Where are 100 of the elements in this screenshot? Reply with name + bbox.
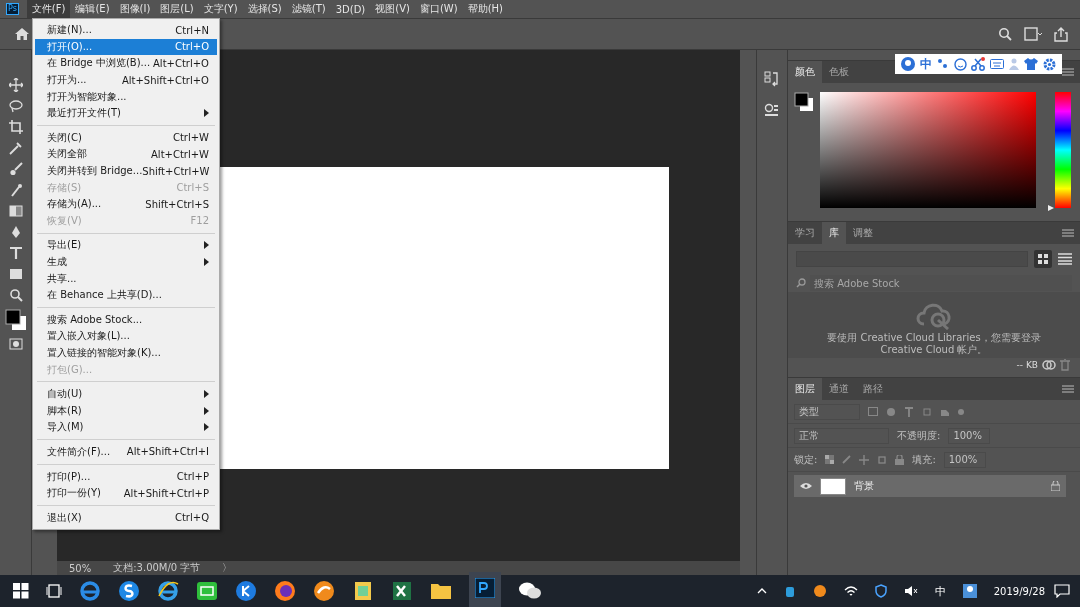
menu-item[interactable]: 编辑(E): [70, 0, 115, 18]
zoom-level[interactable]: 50%: [69, 562, 92, 574]
menu-item[interactable]: 脚本(R): [35, 402, 217, 420]
color-field[interactable]: [820, 92, 1036, 208]
menu-item[interactable]: 导入(M): [35, 419, 217, 436]
menu-item[interactable]: 打开为智能对象...: [35, 88, 217, 105]
menu-item[interactable]: 在 Bridge 中浏览(B)... Alt+Ctrl+O: [35, 55, 217, 72]
menu-item[interactable]: 搜索 Adobe Stock...: [35, 311, 217, 329]
panel-tab[interactable]: 色板: [822, 61, 856, 83]
menu-item[interactable]: 打开(O)... Ctrl+O: [35, 38, 217, 56]
swirl-app-icon[interactable]: [313, 580, 335, 602]
menu-item[interactable]: 共享...: [35, 270, 217, 287]
menu-item[interactable]: 窗口(W): [414, 0, 463, 18]
gradient-tool-icon[interactable]: [8, 204, 23, 218]
panel-tab[interactable]: 库: [822, 222, 846, 244]
keyboard-icon[interactable]: [990, 59, 1005, 69]
share-icon[interactable]: [1054, 26, 1068, 42]
menu-item[interactable]: 帮助(H): [462, 0, 508, 18]
menu-item[interactable]: 图像(I): [114, 0, 156, 18]
cloud-icon[interactable]: [1042, 359, 1056, 371]
shield-icon[interactable]: [874, 584, 887, 598]
menu-item[interactable]: 选择(S): [242, 0, 287, 18]
lock-pixels-icon[interactable]: [825, 455, 835, 464]
move-tool-icon[interactable]: [8, 78, 23, 92]
zoom-tool-icon[interactable]: [8, 288, 23, 302]
menu-item[interactable]: 打印一份(Y) Alt+Shift+Ctrl+P: [35, 484, 217, 502]
grid-view-icon[interactable]: [1034, 250, 1052, 268]
notepad-icon[interactable]: [352, 580, 374, 602]
menu-item[interactable]: 打印(P)... Ctrl+P: [35, 468, 217, 485]
crop-tool-icon[interactable]: [8, 120, 23, 134]
menu-item[interactable]: 存储为(A)... Shift+Ctrl+S: [35, 195, 217, 213]
menu-item[interactable]: 图层(L): [155, 0, 199, 18]
brush-tool-icon[interactable]: [8, 162, 23, 176]
menu-item[interactable]: 最近打开文件(T): [35, 104, 217, 122]
panel-menu-icon[interactable]: [1062, 229, 1074, 237]
menu-item[interactable]: 生成: [35, 253, 217, 271]
menu-item[interactable]: 在 Behance 上共享(D)...: [35, 286, 217, 304]
menu-item[interactable]: 退出(X) Ctrl+Q: [35, 509, 217, 527]
panel-tab[interactable]: 学习: [788, 222, 822, 244]
workspace-icon[interactable]: [1024, 27, 1042, 41]
lock-icon[interactable]: [1051, 481, 1060, 491]
search-icon[interactable]: [998, 27, 1012, 41]
folder-icon[interactable]: [430, 582, 452, 600]
menu-item[interactable]: 打开为... Alt+Shift+Ctrl+O: [35, 71, 217, 89]
menu-item[interactable]: 自动(U): [35, 385, 217, 403]
menu-item[interactable]: 关闭并转到 Bridge...Shift+Ctrl+W: [35, 162, 217, 180]
text-tool-icon[interactable]: [8, 246, 23, 260]
chat-bubbles-icon[interactable]: [518, 581, 542, 601]
stamp-tool-icon[interactable]: [8, 183, 23, 197]
color-swatches-icon[interactable]: [4, 309, 27, 331]
notification-icon[interactable]: [1054, 584, 1070, 598]
punctuation-icon[interactable]: [936, 58, 949, 70]
menu-item[interactable]: 视图(V): [370, 0, 415, 18]
panel-menu-icon[interactable]: [1062, 68, 1074, 76]
menu-item[interactable]: 滤镜(T): [286, 0, 331, 18]
clock-date[interactable]: 2019/9/28: [993, 585, 1045, 597]
filter-toggle-icon[interactable]: [958, 408, 964, 415]
menu-item[interactable]: 置入链接的智能对象(K)...: [35, 344, 217, 362]
layer-row[interactable]: 背景: [794, 475, 1066, 497]
scissors-icon[interactable]: [971, 57, 986, 71]
status-arrow[interactable]: 〉: [222, 561, 233, 575]
photoshop-taskbar-button[interactable]: [469, 572, 501, 607]
slider-thumb[interactable]: [1048, 205, 1054, 211]
user-icon[interactable]: [962, 584, 977, 598]
home-icon[interactable]: [14, 27, 30, 41]
menu-item[interactable]: 新建(N)... Ctrl+N: [35, 22, 217, 39]
history-icon[interactable]: [764, 70, 780, 88]
app-circle-icon[interactable]: [235, 580, 257, 602]
app-logo[interactable]: Ps: [6, 3, 19, 15]
panel-menu-icon[interactable]: [1062, 385, 1074, 393]
menu-item[interactable]: 置入嵌入对象(L)...: [35, 328, 217, 345]
settings-icon[interactable]: [1042, 57, 1056, 71]
menu-item[interactable]: 关闭全部 Alt+Ctrl+W: [35, 146, 217, 163]
lasso-tool-icon[interactable]: [8, 99, 23, 113]
shirt-icon[interactable]: [1023, 58, 1038, 70]
panel-tab[interactable]: 颜色: [788, 61, 822, 83]
smiley-icon[interactable]: [953, 57, 967, 71]
tray-app-icon[interactable]: [812, 584, 827, 598]
chevron-up-icon[interactable]: [756, 588, 767, 594]
eyedropper-tool-icon[interactable]: [8, 141, 23, 155]
blend-mode-dropdown[interactable]: 正常: [794, 427, 889, 444]
properties-icon[interactable]: [764, 102, 780, 118]
quick-mask-icon[interactable]: [8, 338, 23, 350]
opacity-field[interactable]: 100%: [948, 427, 991, 444]
video-app-icon[interactable]: [196, 580, 218, 602]
spreadsheet-icon[interactable]: [391, 580, 413, 602]
filter-dropdown[interactable]: 类型: [794, 403, 860, 420]
menu-item[interactable]: 文字(Y): [198, 0, 243, 18]
fill-field[interactable]: 100%: [943, 451, 986, 468]
panel-tab[interactable]: 路径: [856, 378, 890, 400]
color-swatches-icon[interactable]: [794, 92, 814, 112]
task-view-icon[interactable]: [46, 584, 62, 598]
menu-item[interactable]: 导出(E): [35, 237, 217, 254]
wifi-icon[interactable]: [843, 585, 858, 597]
panel-tab[interactable]: 通道: [822, 378, 856, 400]
speaker-muted-icon[interactable]: [903, 585, 918, 597]
rectangle-tool-icon[interactable]: [8, 267, 23, 281]
eye-icon[interactable]: [800, 482, 812, 490]
input-mode-toggle[interactable]: 中: [920, 55, 933, 73]
panel-tab[interactable]: 调整: [846, 222, 880, 244]
